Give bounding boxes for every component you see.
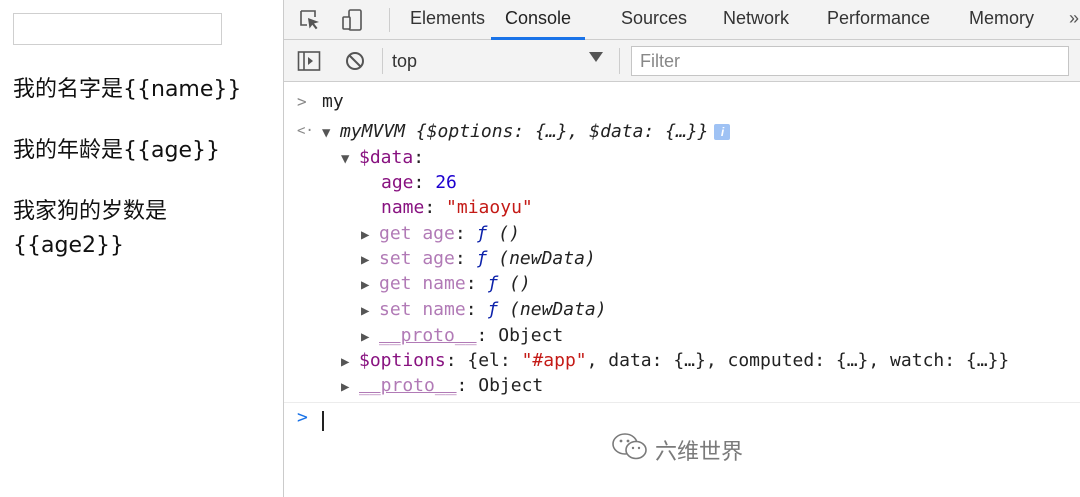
property-key: $data: [359, 147, 414, 168]
wechat-logo-icon: [611, 432, 649, 468]
toolbar-separator: [382, 48, 383, 74]
age-binding-text: 我的年龄是{{age}}: [13, 138, 220, 163]
function-args: (): [509, 273, 531, 294]
function-glyph: ƒ: [487, 299, 499, 320]
tree-row-get-age[interactable]: ▶ get age: ƒ (): [361, 221, 520, 246]
inspect-element-icon[interactable]: [296, 6, 324, 34]
function-args: (): [498, 223, 520, 244]
tree-row-get-name[interactable]: ▶ get name: ƒ (): [361, 271, 531, 296]
tree-row-set-name[interactable]: ▶ set name: ƒ (newData): [361, 297, 607, 322]
property-key: name: [381, 197, 425, 218]
info-icon[interactable]: i: [714, 124, 731, 140]
dog-age-binding-expression: {{age2}}: [13, 233, 124, 258]
tab-separator: [389, 8, 390, 32]
model-text-input[interactable]: [13, 13, 222, 45]
result-object[interactable]: ▼ myMVVM {$options: {…}, $data: {…}} i: [322, 119, 731, 146]
input-chevron-icon: >: [297, 92, 307, 111]
tab-elements[interactable]: Elements: [410, 0, 485, 40]
input-text: my: [322, 91, 344, 112]
show-sidebar-icon[interactable]: [296, 48, 322, 74]
tree-row-name: name: "miaoyu": [381, 197, 533, 218]
text-cursor: [322, 411, 324, 431]
tree-row-data-proto[interactable]: ▶ __proto__: Object: [361, 323, 563, 348]
device-toolbar-icon[interactable]: [339, 6, 367, 34]
tab-memory[interactable]: Memory: [969, 0, 1034, 40]
watermark: 六维世界: [611, 430, 743, 470]
property-key: age: [381, 172, 414, 193]
property-key: set name: [379, 299, 466, 320]
console-input-entry: > my: [284, 89, 1080, 114]
tab-network[interactable]: Network: [723, 0, 789, 40]
property-key: __proto__: [359, 375, 457, 396]
tree-row-options[interactable]: ▶ $options: {el: "#app", data: {…}, compu…: [341, 348, 1009, 373]
collapse-triangle-icon[interactable]: ▶: [361, 273, 379, 298]
devtools-tab-bar: Elements Console Sources Network Perform…: [284, 0, 1080, 40]
prompt-chevron-icon: >: [297, 407, 308, 428]
tree-row-proto[interactable]: ▶ __proto__: Object: [341, 373, 543, 398]
devtools-panel: Elements Console Sources Network Perform…: [283, 0, 1080, 497]
expand-triangle-icon[interactable]: ▼: [341, 147, 359, 172]
context-label: top: [392, 51, 418, 71]
property-key: __proto__: [379, 325, 477, 346]
result-arrow-icon: <·: [297, 123, 314, 139]
function-args: (newData): [498, 248, 596, 269]
collapse-triangle-icon[interactable]: ▶: [361, 223, 379, 248]
tab-console[interactable]: Console: [491, 0, 586, 40]
tab-sources[interactable]: Sources: [621, 0, 687, 40]
tree-row-age: age: 26: [381, 172, 457, 193]
function-args: (newData): [509, 299, 607, 320]
tab-performance[interactable]: Performance: [827, 0, 930, 40]
toolbar-separator: [619, 48, 620, 74]
collapse-triangle-icon[interactable]: ▶: [361, 248, 379, 273]
context-selector[interactable]: top: [392, 47, 610, 75]
console-result-entry: <· ▼ myMVVM {$options: {…}, $data: {…}} i: [284, 119, 1080, 144]
property-value: "miaoyu": [446, 197, 533, 218]
function-glyph: ƒ: [476, 223, 488, 244]
property-value: Object: [478, 375, 544, 396]
filter-input[interactable]: [631, 46, 1069, 76]
function-glyph: ƒ: [487, 273, 499, 294]
tree-row-data[interactable]: ▼ $data:: [341, 145, 424, 170]
property-key: get name: [379, 273, 466, 294]
options-preview-rest: , data: {…}, computed: {…}, watch: {…}}: [586, 350, 1010, 371]
property-value: 26: [435, 172, 457, 193]
expand-triangle-icon[interactable]: ▼: [322, 121, 340, 146]
clear-console-icon[interactable]: [342, 48, 368, 74]
property-value: Object: [498, 325, 564, 346]
preview-key: el: [478, 350, 500, 371]
watermark-text: 六维世界: [655, 440, 744, 465]
console-toolbar: top: [284, 40, 1080, 82]
tree-row-set-age[interactable]: ▶ set age: ƒ (newData): [361, 246, 596, 271]
object-class-name: myMVVM: [340, 121, 406, 142]
name-binding-text: 我的名字是{{name}}: [13, 77, 242, 102]
more-tabs-button[interactable]: »: [1069, 0, 1079, 40]
preview-value: "#app": [521, 350, 587, 371]
collapse-triangle-icon[interactable]: ▶: [361, 299, 379, 324]
collapse-triangle-icon[interactable]: ▶: [341, 375, 359, 400]
context-dropdown-arrow-icon[interactable]: [589, 52, 603, 62]
object-preview: {$options: {…}, $data: {…}}: [415, 121, 709, 142]
property-key: $options: [359, 350, 446, 371]
dog-age-binding-text: 我家狗的岁数是: [13, 199, 168, 224]
function-glyph: ƒ: [476, 248, 488, 269]
collapse-triangle-icon[interactable]: ▶: [361, 325, 379, 350]
collapse-triangle-icon[interactable]: ▶: [341, 350, 359, 375]
property-key: set age: [379, 248, 455, 269]
property-key: get age: [379, 223, 455, 244]
page-preview: 我的名字是{{name}} 我的年龄是{{age}} 我家狗的岁数是 {{age…: [0, 0, 283, 497]
